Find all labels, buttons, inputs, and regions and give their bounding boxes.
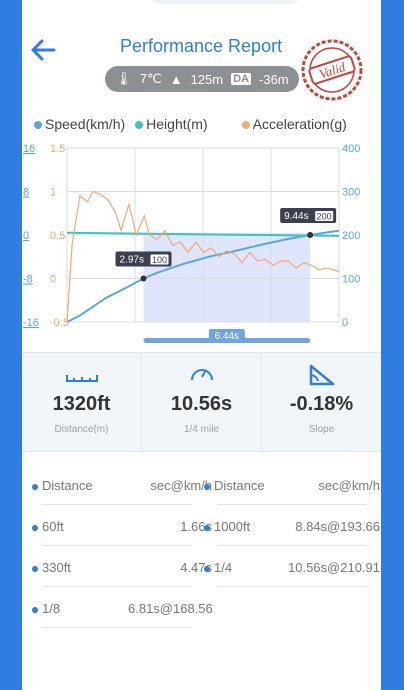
- temperature: 7℃: [139, 71, 162, 86]
- report-card: Performance Report Valid 🌡 7℃ ▲ 125m DA …: [22, 0, 381, 690]
- ruler-icon: [22, 363, 141, 391]
- stat-distance: 1320ft Distance(m): [22, 353, 141, 451]
- row-distance: 1/4: [214, 560, 233, 575]
- divider: [42, 504, 192, 505]
- density-altitude-badge: DA: [231, 73, 252, 85]
- back-arrow-icon[interactable]: [28, 35, 64, 65]
- header-time: sec@km/h: [318, 478, 380, 493]
- selected-range-band: [143, 232, 311, 322]
- speed-tick-label: -8: [23, 274, 33, 286]
- row-distance: 1/8: [42, 601, 61, 616]
- height-tick-label: 400: [342, 143, 360, 155]
- acceleration-tick-label: 1: [50, 187, 56, 199]
- weather-pill: 🌡 7℃ ▲ 125m DA -36m: [105, 66, 299, 92]
- header-distance: Distance: [214, 478, 265, 493]
- stats-panel: 1320ft Distance(m) 10.56s 1/4 mile -0.18…: [22, 352, 381, 452]
- acceleration-tick-label: 0: [50, 274, 56, 286]
- row-time: 10.56s@210.91: [288, 560, 380, 575]
- speed-tick-label: 16: [23, 143, 35, 155]
- mountain-icon: ▲: [169, 71, 183, 87]
- slope-icon: [262, 363, 381, 391]
- marker-speed-label: 200: [317, 212, 332, 222]
- height-tick-label: 0: [342, 317, 348, 329]
- density-altitude: -36m: [259, 71, 289, 87]
- table-header-row: Distance sec@km/h Distance sec@km/h: [32, 470, 380, 511]
- divider: [217, 586, 367, 587]
- divider: [42, 545, 192, 546]
- table-row: 60ft 1.66s 1000ft 8.84s@193.66: [32, 511, 380, 552]
- height-tick-label: 300: [342, 187, 360, 199]
- stat-time: 10.56s 1/4 mile: [141, 353, 261, 451]
- marker-time-label: 2.97s: [120, 255, 144, 266]
- splits-table: Distance sec@km/h Distance sec@km/h 60ft…: [32, 470, 380, 634]
- marker-time-label: 9.44s: [284, 211, 308, 222]
- stat-distance-label: Distance(m): [54, 424, 109, 435]
- acceleration-tick-label: 0.5: [50, 230, 65, 242]
- bullet-icon: [32, 524, 38, 531]
- chart-legend: Speed(km/h) Height(m) Acceleration(g): [34, 116, 379, 132]
- thermometer-icon: 🌡: [115, 71, 132, 86]
- bullet-icon: [32, 483, 38, 490]
- top-bar-tab: [150, 0, 300, 4]
- height-tick-label: 100: [342, 274, 360, 286]
- height-tick-label: 200: [342, 230, 360, 242]
- divider: [217, 545, 367, 546]
- legend-acceleration[interactable]: Acceleration(g): [241, 116, 347, 132]
- bullet-icon: [32, 606, 38, 613]
- bullet-icon: [204, 483, 210, 490]
- row-distance: 330ft: [42, 560, 71, 575]
- header-time: sec@km/h: [150, 478, 212, 493]
- stat-time-label: 1/4 mile: [183, 424, 219, 435]
- legend-speed[interactable]: Speed(km/h): [34, 116, 125, 132]
- marker-point: [307, 232, 314, 238]
- stat-slope: -0.18% Slope: [261, 353, 381, 451]
- speedometer-icon: [142, 363, 261, 391]
- table-row: 1/8 6.81s@168.56: [32, 593, 377, 634]
- page-title: Performance Report: [120, 36, 283, 56]
- speed-tick-label: -16: [23, 317, 39, 329]
- speed-tick-label: 8: [23, 187, 29, 199]
- row-time: 8.84s@193.66: [295, 519, 380, 534]
- valid-stamp-icon: Valid: [301, 39, 363, 101]
- bullet-icon: [32, 565, 38, 572]
- row-time: 1.66s: [180, 519, 212, 534]
- row-distance: 1000ft: [214, 519, 251, 534]
- header-distance: Distance: [42, 478, 93, 493]
- divider: [42, 627, 192, 628]
- bullet-icon: [204, 524, 210, 531]
- row-distance: 60ft: [42, 519, 64, 534]
- bullet-icon: [204, 565, 210, 572]
- performance-chart[interactable]: 16 8 0 -8 -16 1.5 1 0.5 0 -0.5 400 300 200 100 0 2.97s 1…: [22, 140, 381, 350]
- acceleration-tick-label: 1.5: [50, 143, 65, 155]
- stat-time-value: 10.56s: [170, 393, 233, 415]
- stat-distance-value: 1320ft: [52, 393, 111, 415]
- marker-speed-label: 100: [152, 255, 167, 265]
- stat-slope-label: Slope: [308, 424, 335, 435]
- range-duration-label: 6.44s: [215, 331, 239, 342]
- speed-tick-label: 0: [23, 230, 29, 242]
- legend-height[interactable]: Height(m): [135, 116, 208, 132]
- stat-slope-value: -0.18%: [289, 393, 354, 415]
- row-time: 6.81s@168.56: [128, 601, 213, 616]
- marker-point: [140, 275, 147, 282]
- table-row: 330ft 4.47s 1/4 10.56s@210.91: [32, 552, 380, 593]
- acceleration-tick-label: -0.5: [50, 317, 69, 329]
- altitude: 125m: [190, 71, 224, 87]
- divider: [42, 586, 192, 587]
- row-time: 4.47s: [180, 560, 212, 575]
- divider: [217, 504, 367, 505]
